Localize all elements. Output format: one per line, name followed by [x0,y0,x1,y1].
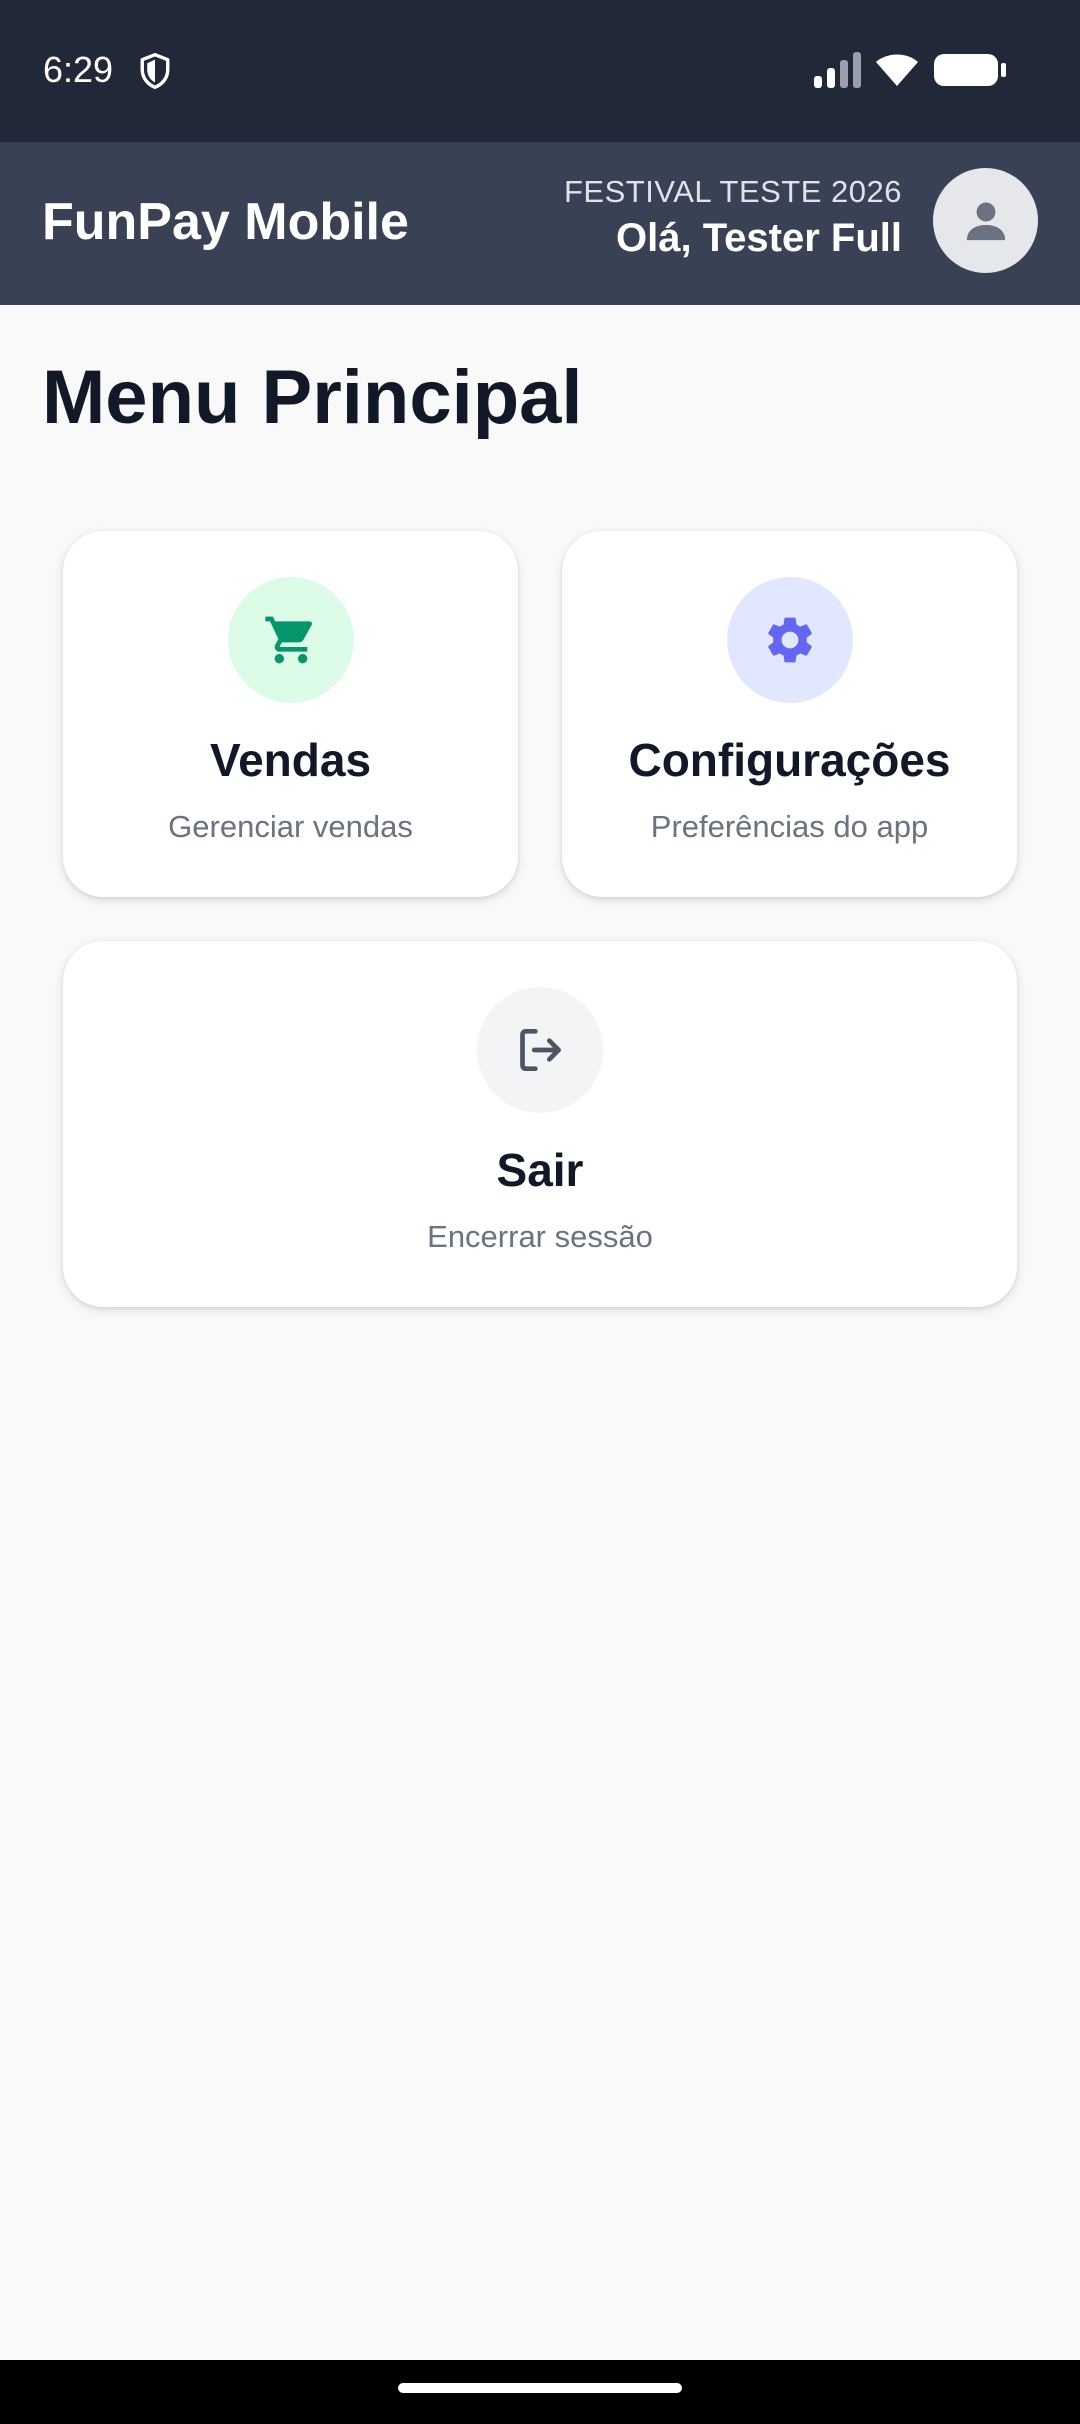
sair-title: Sair [496,1144,584,1196]
avatar[interactable] [933,168,1038,273]
user-greeting: Olá, Tester Full [616,216,902,260]
app-header: FunPay Mobile FESTIVAL TESTE 2026 Olá, T… [0,142,1080,305]
status-bar: 6:29 [0,0,1080,142]
wifi-icon [876,54,918,86]
cart-icon [264,616,312,664]
home-indicator[interactable] [398,2383,682,2393]
person-icon [966,202,1005,240]
vendas-subtitle: Gerenciar vendas [168,809,413,844]
event-name: FESTIVAL TESTE 2026 [563,174,902,209]
app-screen: 6:29 FunPay Mobile FESTIVAL TESTE 2026 O… [0,0,1080,2424]
vendas-icon-circle [227,577,354,703]
vendas-title: Vendas [209,734,372,786]
configuracoes-card[interactable]: Configurações Preferências do app [562,531,1017,897]
sair-card[interactable]: Sair Encerrar sessão [63,941,1017,1307]
vendas-card[interactable]: Vendas Gerenciar vendas [63,531,518,897]
gear-icon [767,617,812,663]
battery-icon [934,54,1006,86]
configuracoes-subtitle: Preferências do app [650,809,929,844]
configuracoes-title: Configurações [628,734,951,786]
signal-icon [814,52,861,88]
logout-icon [520,1029,561,1071]
sair-subtitle: Encerrar sessão [427,1219,653,1254]
user-info: FESTIVAL TESTE 2026 Olá, Tester Full [564,172,902,264]
app-title: FunPay Mobile [42,193,409,251]
navigation-bar [0,2360,1080,2424]
page-title: Menu Principal [42,355,583,440]
sair-icon-circle [477,987,603,1113]
shield-icon [140,53,170,89]
status-time: 6:29 [43,49,114,90]
configuracoes-icon-circle [726,577,853,703]
